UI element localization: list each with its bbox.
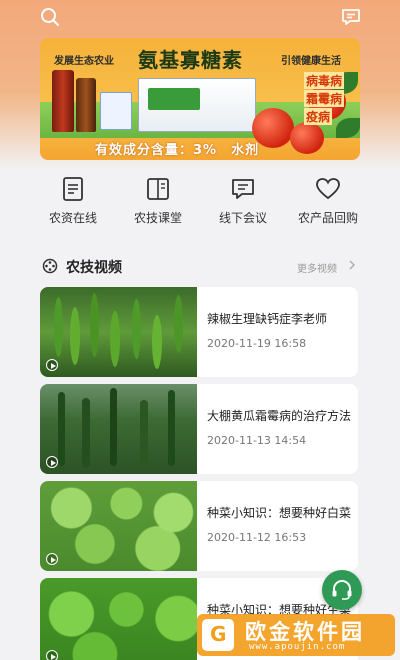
play-icon[interactable]	[46, 553, 58, 565]
video-title: 种菜小知识：想要种好白菜	[207, 506, 352, 520]
cucumber	[82, 398, 90, 468]
nav-item-meeting[interactable]: 线下会议	[198, 170, 288, 226]
cucumber	[168, 390, 175, 466]
video-title: 大棚黄瓜霜霉病的治疗方法	[207, 409, 352, 423]
book-icon	[147, 178, 169, 200]
cucumber	[58, 392, 65, 466]
disease-label-3: 疫病	[304, 108, 333, 125]
nav-label: 农技课堂	[133, 211, 182, 225]
disease-label-2: 霜霉病	[304, 90, 345, 107]
message-icon[interactable]	[340, 6, 362, 28]
pepper	[90, 293, 99, 357]
quick-nav: 农资在线 农技课堂 线下会议 农产品回购	[0, 170, 400, 232]
video-date: 2020-11-13 14:54	[207, 434, 307, 447]
nav-label: 农产品回购	[297, 211, 358, 225]
disease-label-1: 病毒病	[304, 72, 345, 89]
headset-icon	[332, 580, 352, 600]
search-icon[interactable]	[39, 6, 61, 28]
product-carton-label	[148, 88, 200, 110]
nav-label: 农资在线	[48, 211, 97, 225]
chat-icon	[232, 179, 254, 199]
customer-service-button[interactable]	[322, 570, 362, 610]
product-bottle-brown	[76, 78, 96, 132]
nav-label: 线下会议	[218, 211, 267, 225]
video-thumbnail	[40, 578, 197, 660]
section-title: 农技视频	[66, 260, 122, 276]
video-date: 2020-11-19 16:58	[207, 337, 307, 350]
watermark-overlay: G 欧金软件园 www.apoujin.com	[197, 614, 395, 656]
nav-item-supplies[interactable]: 农资在线	[28, 170, 118, 226]
video-section-header: 农技视频 更多视频	[0, 256, 400, 278]
watermark-logo: G	[202, 619, 234, 651]
banner-tag-left: 发展生态农业	[54, 56, 114, 67]
more-videos-link[interactable]: 更多视频	[297, 260, 337, 275]
product-bottle-red	[52, 70, 74, 132]
video-title: 辣椒生理缺钙症李老师	[207, 312, 328, 326]
pepper	[54, 297, 63, 357]
pepper	[110, 311, 120, 367]
film-reel-icon	[42, 258, 58, 274]
top-bar	[0, 0, 400, 34]
banner-slogan: 有效成分含量：3% 水剂	[95, 143, 260, 158]
nav-item-classroom[interactable]: 农技课堂	[113, 170, 203, 226]
play-icon[interactable]	[46, 456, 58, 468]
video-card[interactable]: 种菜小知识：想要种好白菜 2020-11-12 16:53	[40, 481, 358, 571]
banner-tag-right: 引领健康生活	[281, 56, 341, 67]
watermark-url: www.apoujin.com	[249, 642, 346, 652]
video-card[interactable]: 辣椒生理缺钙症李老师 2020-11-19 16:58	[40, 287, 358, 377]
cucumber	[110, 388, 117, 466]
pepper	[132, 299, 141, 359]
chevron-right-icon[interactable]	[347, 259, 357, 271]
product-bag	[100, 92, 132, 130]
tomato-3	[290, 122, 324, 154]
promo-banner[interactable]: 发展生态农业 氨基寡糖素 引领健康生活 病毒病 霜霉病 疫病 有效成分含量：3%…	[40, 38, 360, 160]
document-icon	[63, 177, 83, 201]
video-thumbnail	[40, 384, 197, 474]
heart-icon	[316, 178, 340, 200]
pepper	[174, 295, 183, 353]
video-card[interactable]: 大棚黄瓜霜霉病的治疗方法 2020-11-13 14:54	[40, 384, 358, 474]
video-date: 2020-11-12 16:53	[207, 531, 307, 544]
play-icon[interactable]	[46, 650, 58, 660]
video-thumbnail	[40, 481, 197, 571]
cucumber	[140, 400, 148, 468]
banner-title: 氨基寡糖素	[138, 48, 243, 72]
nav-item-buyback[interactable]: 农产品回购	[283, 170, 373, 226]
watermark-logo-char: G	[210, 622, 227, 646]
pepper	[70, 307, 80, 365]
play-icon[interactable]	[46, 359, 58, 371]
pepper	[152, 315, 162, 369]
video-thumbnail	[40, 287, 197, 377]
